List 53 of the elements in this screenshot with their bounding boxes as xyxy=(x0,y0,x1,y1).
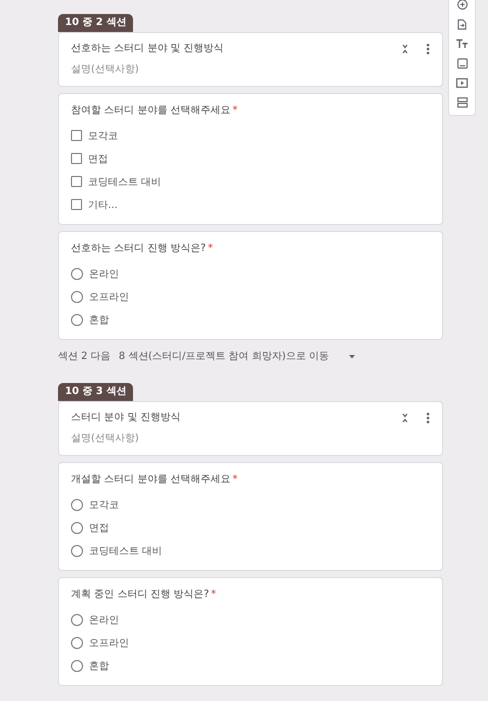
radio-button[interactable] xyxy=(71,498,83,510)
option-label: 온라인 xyxy=(89,268,119,280)
description-field[interactable]: 설명(선택사항) xyxy=(71,63,139,76)
option-label: 온라인 xyxy=(89,614,119,626)
question-title: 참여할 스터디 분야를 선택해주세요 * xyxy=(71,104,239,118)
add-icon[interactable] xyxy=(456,0,468,10)
collapse-icon[interactable] xyxy=(400,44,410,54)
radio-button[interactable] xyxy=(71,290,83,302)
image-icon[interactable] xyxy=(456,58,468,69)
radio-button[interactable] xyxy=(71,614,83,626)
section-badge: 10 중 3 섹션 xyxy=(58,383,134,401)
section-title[interactable]: 선호하는 스터디 분야 및 진행방식 xyxy=(71,42,384,55)
checkbox[interactable] xyxy=(71,199,82,210)
option-label: 오프라인 xyxy=(89,636,129,650)
radio-button[interactable] xyxy=(71,660,83,672)
option-label: 코딩테스트 대비 xyxy=(88,176,162,188)
collapse-icon[interactable] xyxy=(400,412,410,422)
option-label: 면접 xyxy=(89,522,109,534)
checkbox[interactable] xyxy=(71,176,82,187)
import-icon[interactable] xyxy=(457,19,467,30)
required-mark: * xyxy=(232,474,238,485)
radio-button[interactable] xyxy=(71,314,83,326)
required-mark: * xyxy=(232,105,238,116)
title-icon[interactable] xyxy=(456,39,468,49)
section-title[interactable]: 스터디 분야 및 진행방식 xyxy=(71,411,384,424)
dropdown-caret-icon[interactable] xyxy=(348,354,355,358)
option-label: 면접 xyxy=(88,152,108,166)
video-icon[interactable] xyxy=(456,78,468,88)
radio-button[interactable] xyxy=(71,268,83,280)
radio-button[interactable] xyxy=(71,522,83,534)
description-field[interactable]: 설명(선택사항) xyxy=(71,432,139,445)
more-icon[interactable] xyxy=(426,42,430,54)
option-label: 모각코 xyxy=(89,498,119,512)
question-title: 계획 중인 스터디 진행 방식은? * xyxy=(71,588,218,602)
radio-button[interactable] xyxy=(71,636,83,648)
after-section-label: 섹션 2 다음 xyxy=(58,350,111,363)
checkbox[interactable] xyxy=(71,130,82,141)
required-mark: * xyxy=(208,243,213,254)
section-icon[interactable] xyxy=(456,97,468,108)
option-label: 모각코 xyxy=(88,130,118,142)
required-mark: * xyxy=(211,589,216,600)
radio-button[interactable] xyxy=(71,544,83,556)
option-label: 오프라인 xyxy=(89,290,129,304)
checkbox[interactable] xyxy=(71,153,82,164)
section-badge: 10 중 2 섹션 xyxy=(58,14,134,32)
question-title: 선호하는 스터디 진행 방식은? * xyxy=(71,242,214,256)
option-label: 기타... xyxy=(88,198,118,212)
question-title: 개설할 스터디 분야를 선택해주세요 * xyxy=(71,473,239,487)
next-section-dropdown[interactable]: 8 섹션(스터디/프로젝트 참여 희망자)으로 이동 xyxy=(118,350,329,363)
more-icon[interactable] xyxy=(426,412,430,424)
option-label: 코딩테스트 대비 xyxy=(89,544,162,558)
option-label: 혼합 xyxy=(89,314,109,326)
option-label: 혼합 xyxy=(89,660,109,672)
